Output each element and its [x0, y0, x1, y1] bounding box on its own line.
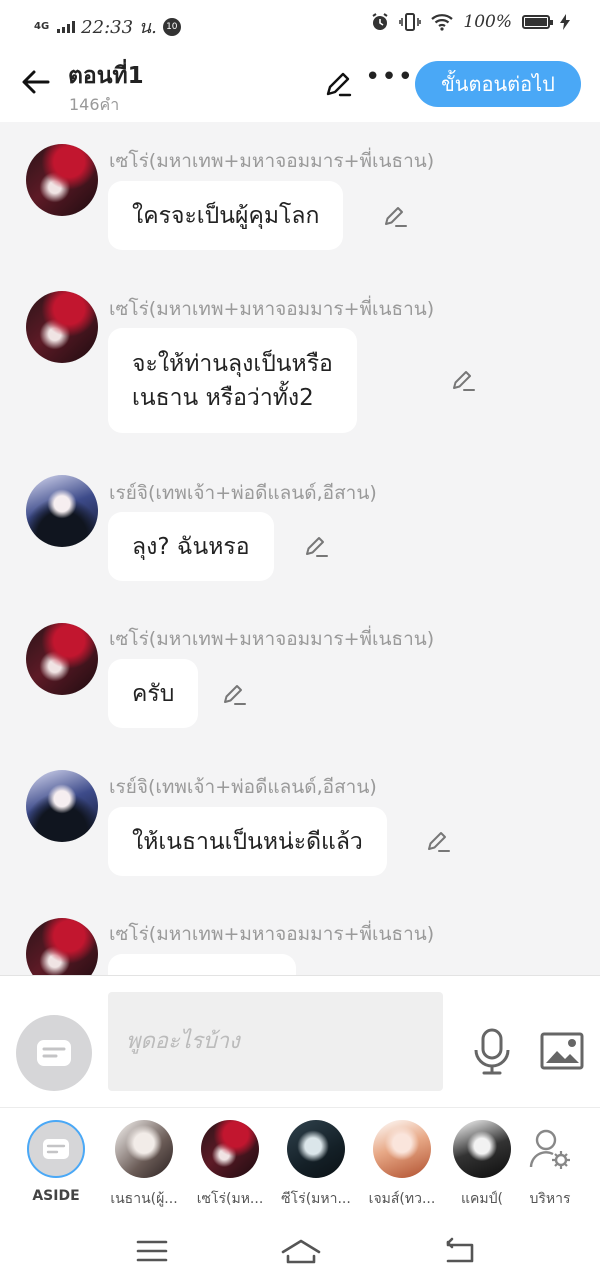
message-bubble[interactable]: ลุง? ฉันหรอ [108, 512, 274, 581]
message-sender: เรย์จิ(เทพเจ้า+พ่อดีแลนด์,อีสาน) [109, 776, 377, 798]
message-bubble[interactable]: ให้เนธานเป็นหน่ะดีแล้ว [108, 807, 387, 876]
character-name: เซโร่(มห... [196, 1191, 264, 1207]
composer [0, 975, 600, 1107]
word-count: 146คำ [69, 95, 120, 114]
edit-message-pencil-icon[interactable] [381, 202, 409, 230]
aside-avatar [27, 1120, 85, 1178]
message-sender: เซโร่(มหาเทพ+มหาจอมมาร+พี่เนธาน) [109, 923, 435, 945]
aside-toggle-button[interactable] [16, 1015, 92, 1091]
back-arrow-icon[interactable] [18, 64, 54, 100]
edit-message-pencil-icon[interactable] [449, 366, 477, 394]
character-aside[interactable]: ASIDE [18, 1120, 94, 1204]
edit-pencil-icon[interactable] [322, 68, 354, 100]
reiji-avatar[interactable] [26, 475, 98, 547]
manage-user-icon [521, 1120, 579, 1178]
battery-icon [522, 15, 553, 29]
home-icon[interactable] [280, 1236, 322, 1266]
character-avatar [287, 1120, 345, 1178]
message-sender: เรย์จิ(เทพเจ้า+พ่อดีแลนด์,อีสาน) [109, 482, 377, 504]
message-bubble[interactable]: ใครจะเป็นผู้คุมโลก [108, 181, 344, 250]
wifi-icon [431, 14, 454, 31]
menu-icon[interactable] [134, 1236, 170, 1266]
message-input[interactable] [108, 992, 443, 1091]
message-bubble[interactable] [108, 954, 296, 975]
character-item[interactable]: ซีโร่(มหา... [278, 1120, 354, 1210]
message-bubble[interactable]: ครับ [108, 659, 199, 728]
image-icon[interactable] [540, 1032, 584, 1070]
system-nav-bar [0, 1214, 600, 1287]
page-title: ตอนที่1 [68, 63, 144, 89]
message-text: ลุง? ฉันหรอ [132, 533, 250, 560]
character-avatar [373, 1120, 431, 1178]
edit-message-pencil-icon[interactable] [220, 680, 248, 708]
more-options-icon[interactable]: ••• [365, 64, 413, 98]
character-name: เนธาน(ผู้... [110, 1191, 178, 1207]
charging-icon [560, 14, 570, 30]
message-text: เนธาน หรือว่าทั้ง2 [132, 384, 314, 411]
header: ตอนที่1 146คำ ••• ขั้นตอนต่อไป [0, 48, 600, 122]
battery-percent: 100% [463, 12, 512, 32]
zero-avatar[interactable] [26, 144, 98, 216]
message-text: ใครจะเป็นผู้คุมโลก [132, 202, 320, 229]
signal-icon [57, 20, 76, 33]
character-strip: ASIDE เนธาน(ผู้... เซโร่(มห... ซีโร่(มหา… [0, 1107, 600, 1214]
edit-message-pencil-icon[interactable] [302, 532, 330, 560]
character-avatar [453, 1120, 511, 1178]
aside-bubble-icon [37, 1040, 71, 1066]
clock: 22:33 น. [81, 17, 157, 38]
message-bubble[interactable]: จะให้ท่านลุงเป็นหรือ เนธาน หรือว่าทั้ง2 [108, 328, 357, 433]
character-item[interactable]: เนธาน(ผู้... [106, 1120, 182, 1210]
character-item[interactable]: เจมส์(ทว... [364, 1120, 440, 1210]
character-item[interactable]: เซโร่(มห... [192, 1120, 268, 1210]
message-sender: เซโร่(มหาเทพ+มหาจอมมาร+พี่เนธาน) [109, 628, 435, 650]
zero-avatar[interactable] [26, 291, 98, 363]
edit-message-pencil-icon[interactable] [424, 827, 452, 855]
character-name: เจมส์(ทว... [368, 1191, 436, 1207]
character-item[interactable]: แคมป์( [444, 1120, 520, 1210]
alarm-icon [372, 13, 388, 30]
network-type: 4G [34, 20, 50, 32]
next-step-button[interactable]: ขั้นตอนต่อไป [415, 61, 581, 107]
manage-characters-button[interactable]: บริหาร [512, 1120, 588, 1210]
character-avatar [201, 1120, 259, 1178]
zero-avatar[interactable] [26, 918, 98, 975]
character-name: บริหาร [529, 1191, 571, 1207]
message-text: ให้เนธานเป็นหน่ะดีแล้ว [132, 828, 363, 855]
zero-avatar[interactable] [26, 623, 98, 695]
notification-count-icon: 10 [162, 17, 181, 36]
character-name: ซีโร่(มหา... [281, 1191, 351, 1207]
character-avatar [115, 1120, 173, 1178]
chat-area[interactable]: เซโร่(มหาเทพ+มหาจอมมาร+พี่เนธาน) ใครจะเป… [0, 122, 600, 975]
status-bar: 4G 22:33 น. 10 100% [0, 0, 600, 48]
message-sender: เซโร่(มหาเทพ+มหาจอมมาร+พี่เนธาน) [109, 150, 435, 172]
vibrate-icon [399, 13, 422, 31]
back-icon[interactable] [440, 1236, 476, 1266]
message-sender: เซโร่(มหาเทพ+มหาจอมมาร+พี่เนธาน) [109, 298, 435, 320]
message-text: จะให้ท่านลุงเป็นหรือ [132, 350, 333, 377]
character-name: แคมป์( [461, 1191, 503, 1207]
microphone-icon[interactable] [472, 1028, 512, 1076]
aside-bubble-icon [43, 1139, 69, 1159]
message-text: ครับ [132, 680, 175, 707]
character-name: ASIDE [32, 1188, 80, 1204]
reiji-avatar[interactable] [26, 770, 98, 842]
